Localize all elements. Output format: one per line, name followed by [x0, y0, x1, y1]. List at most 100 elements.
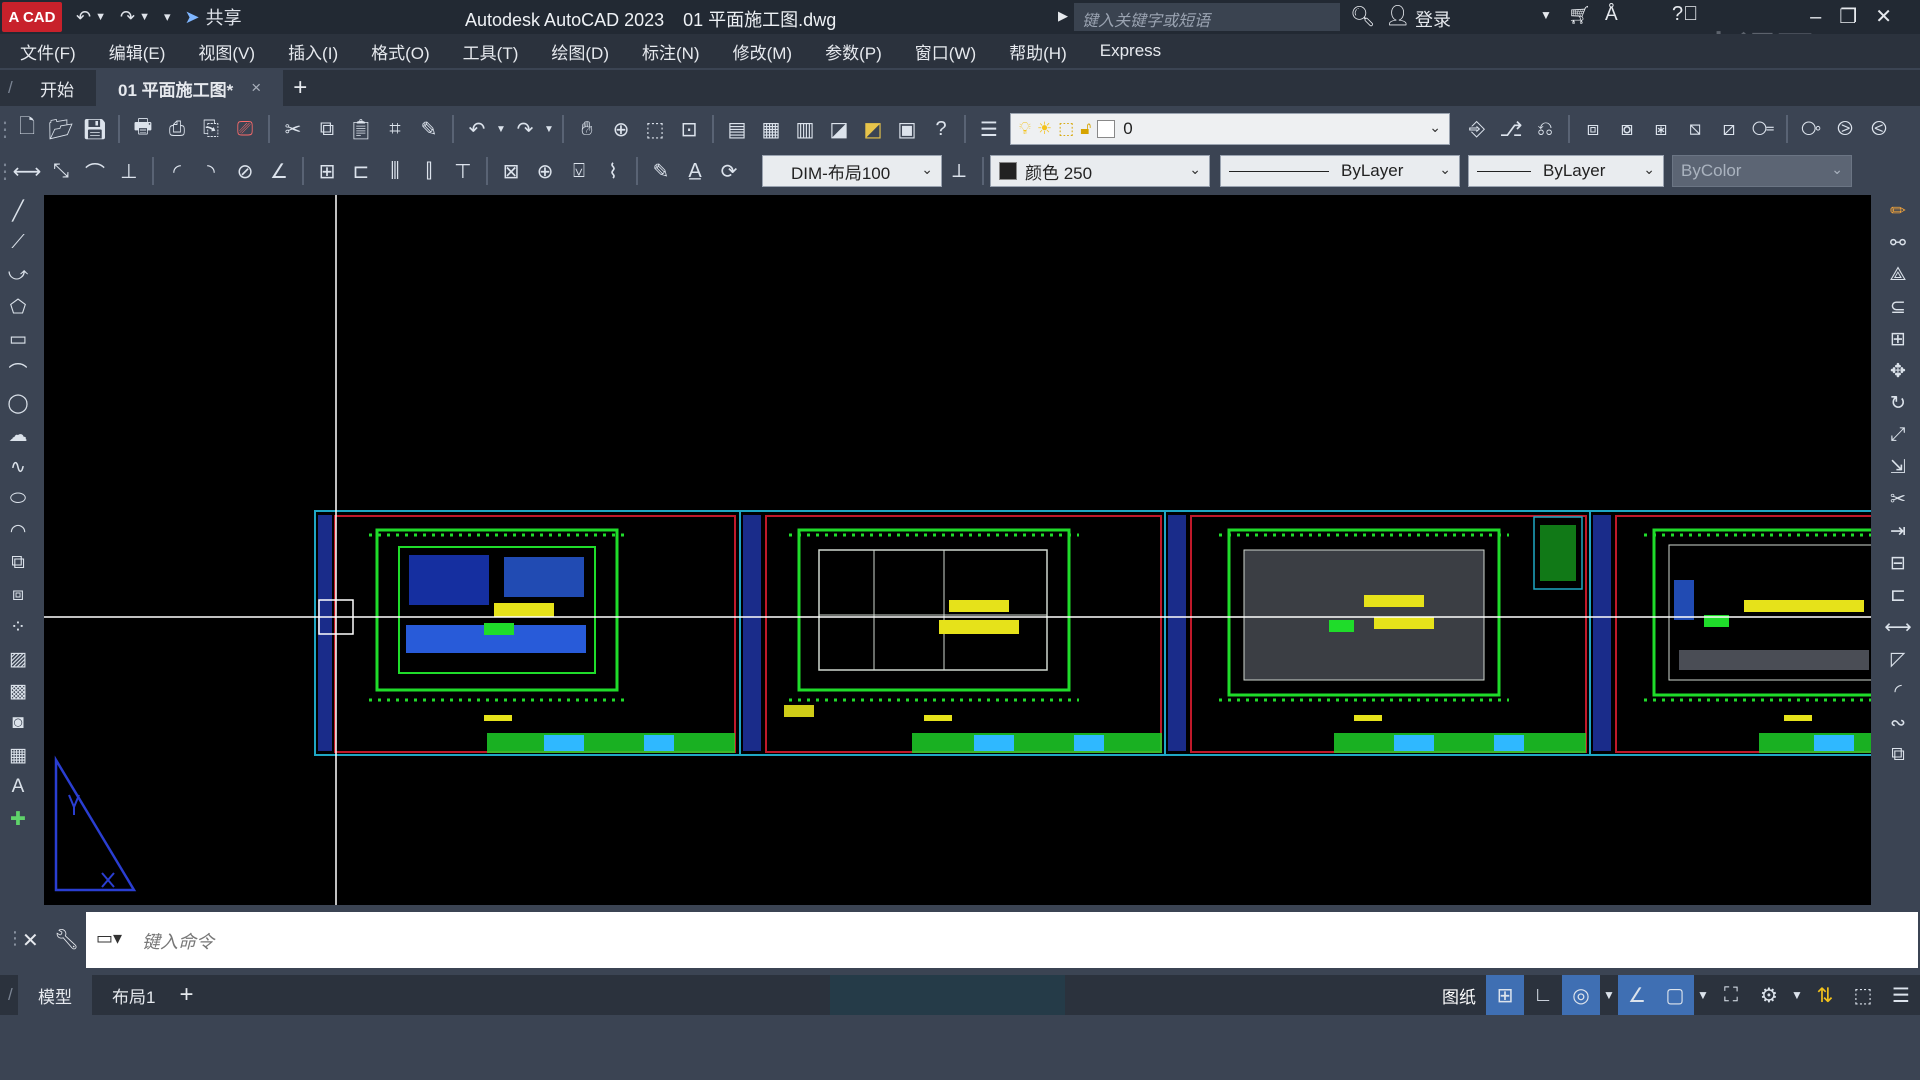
array-icon[interactable]: ⊞: [1883, 323, 1913, 355]
zoom-window-icon[interactable]: ⬚: [638, 112, 672, 146]
menu-tools[interactable]: 工具(T): [463, 39, 519, 64]
chamfer-icon[interactable]: ◸: [1883, 643, 1913, 675]
tolerance-icon[interactable]: ⊠: [494, 154, 528, 188]
chevron-down-icon[interactable]: ▼: [494, 112, 508, 146]
cart-icon[interactable]: 🛒︎: [1568, 5, 1591, 26]
mirror-icon[interactable]: ⟁: [1883, 259, 1913, 291]
grip-icon[interactable]: ⋮: [0, 154, 15, 188]
layer-previous-icon[interactable]: ⎇: [1494, 112, 1528, 146]
sheet-1[interactable]: [314, 510, 741, 756]
blend-curves-icon[interactable]: ∾: [1883, 707, 1913, 739]
lock-icon[interactable]: 🔓︎: [1080, 119, 1091, 139]
explode-icon[interactable]: ⧉: [1883, 739, 1913, 771]
chevron-down-icon[interactable]: ▼: [139, 11, 150, 23]
menu-modify[interactable]: 修改(M): [733, 39, 792, 64]
grip-icon[interactable]: ⋮: [0, 112, 15, 146]
break-icon[interactable]: ⊏: [1883, 579, 1913, 611]
selection-cycling-icon[interactable]: ⛶: [1712, 975, 1750, 1015]
share-button[interactable]: 共享: [206, 4, 242, 30]
publish-icon[interactable]: ⎘: [194, 112, 228, 146]
sheet-set-icon[interactable]: ◪: [822, 112, 856, 146]
layer-merge-icon[interactable]: ⧁: [1828, 112, 1862, 146]
grid-snap-icon[interactable]: ⊞: [1486, 975, 1524, 1015]
isodraft-icon[interactable]: ∠: [1618, 975, 1656, 1015]
layer-dropdown[interactable]: 💡︎ ☀ ⬚ 🔓︎ 0 ⌄: [1010, 113, 1450, 145]
sheet-3[interactable]: [1164, 510, 1591, 756]
rectangle-icon[interactable]: ▭: [3, 323, 33, 355]
add-layout-button[interactable]: +: [179, 981, 193, 1009]
menu-parametric[interactable]: 参数(P): [825, 39, 882, 64]
jogged-linear-icon[interactable]: ⌇: [596, 154, 630, 188]
restore-icon[interactable]: ❐: [1839, 6, 1875, 28]
calculator-icon[interactable]: ▣: [890, 112, 924, 146]
close-icon[interactable]: ×: [251, 78, 261, 98]
color-dropdown[interactable]: 颜色 250 ⌄: [990, 155, 1210, 187]
search-input[interactable]: 键入关键字或短语: [1074, 3, 1340, 31]
gradient-icon[interactable]: ▩: [3, 675, 33, 707]
menu-view[interactable]: 视图(V): [198, 39, 255, 64]
undo-icon[interactable]: ↶: [460, 112, 494, 146]
layer-lock-icon[interactable]: ⧄: [1712, 112, 1746, 146]
redo-icon[interactable]: ↷: [120, 7, 135, 28]
ortho-icon[interactable]: ∟: [1524, 975, 1562, 1015]
share-icon[interactable]: ➤: [185, 7, 200, 28]
autodesk-app-icon[interactable]: Å: [1605, 4, 1618, 26]
sheet-2[interactable]: [739, 510, 1166, 756]
design-center-icon[interactable]: ▦: [754, 112, 788, 146]
make-block-icon[interactable]: ⧈: [3, 579, 33, 611]
menu-window[interactable]: 窗口(W): [915, 39, 976, 64]
chevron-down-icon[interactable]: ▼: [1788, 975, 1806, 1015]
linetype-dropdown[interactable]: ByLayer ⌄: [1220, 155, 1460, 187]
light-bulb-icon[interactable]: 💡︎: [1019, 119, 1031, 139]
make-current-layer-icon[interactable]: ⎆: [1460, 112, 1494, 146]
login-button[interactable]: 登录: [1415, 6, 1451, 32]
extend-icon[interactable]: ⇥: [1883, 515, 1913, 547]
export-pdf-icon[interactable]: ⎚: [228, 112, 262, 146]
freeze-viewport-icon[interactable]: ⬚: [1058, 119, 1074, 139]
sun-icon[interactable]: ☀: [1037, 119, 1052, 139]
pan-icon[interactable]: ✋︎: [570, 112, 604, 146]
revision-cloud-icon[interactable]: ☁︎: [3, 419, 33, 451]
layer-unisolate-icon[interactable]: ⧇: [1610, 112, 1644, 146]
help-icon[interactable]: ?⃝: [1672, 3, 1698, 26]
arc-icon[interactable]: ⌒: [3, 355, 33, 387]
aligned-dimension-icon[interactable]: ⤡: [44, 154, 78, 188]
customize-menu-icon[interactable]: ☰: [1882, 975, 1920, 1015]
menu-insert[interactable]: 插入(I): [288, 39, 338, 64]
spline-icon[interactable]: ∿: [3, 451, 33, 483]
tab-layout1[interactable]: 布局1: [92, 975, 175, 1015]
dimension-edit-icon[interactable]: ✎: [644, 154, 678, 188]
insert-block-icon[interactable]: ⧉: [3, 547, 33, 579]
dimension-space-icon[interactable]: ⫿: [412, 154, 446, 188]
open-file-icon[interactable]: 📂︎: [44, 112, 78, 146]
ellipse-arc-icon[interactable]: ◠: [3, 515, 33, 547]
ellipse-icon[interactable]: ⬭: [3, 483, 33, 515]
linear-dimension-icon[interactable]: ⟷: [10, 154, 44, 188]
polar-tracking-icon[interactable]: ◎: [1562, 975, 1600, 1015]
command-input[interactable]: 键入命令: [86, 912, 1918, 968]
quick-dimension-icon[interactable]: ⊞: [310, 154, 344, 188]
undo-icon[interactable]: ↶: [76, 7, 91, 28]
multiline-text-icon[interactable]: A: [3, 771, 33, 803]
cut-icon[interactable]: ✂: [276, 112, 310, 146]
dimension-style-dropdown[interactable]: DIM-布局100 ⌄: [762, 155, 942, 187]
new-tab-button[interactable]: +: [293, 74, 307, 102]
break-at-point-icon[interactable]: ⊟: [1883, 547, 1913, 579]
user-icon[interactable]: 👤︎: [1385, 3, 1410, 28]
menu-format[interactable]: 格式(O): [371, 39, 430, 64]
search-icon[interactable]: 🔍︎: [1350, 4, 1375, 29]
menu-express[interactable]: Express: [1100, 41, 1161, 61]
tab-model[interactable]: 模型: [18, 975, 92, 1015]
dimension-style-manager-icon[interactable]: ⟂: [942, 154, 976, 188]
layer-match-icon[interactable]: ⧃: [1746, 112, 1780, 146]
continue-dimension-icon[interactable]: ⫼: [378, 154, 412, 188]
trim-icon[interactable]: ✂: [1883, 483, 1913, 515]
sheet-4[interactable]: [1589, 510, 1871, 756]
polyline-icon[interactable]: ⤻: [3, 259, 33, 291]
zoom-previous-icon[interactable]: ⊡: [672, 112, 706, 146]
wrench-icon[interactable]: 🔧︎: [54, 927, 79, 952]
zoom-realtime-icon[interactable]: ⊕: [604, 112, 638, 146]
plot-preview-icon[interactable]: ⎙: [160, 112, 194, 146]
new-file-icon[interactable]: 🗋︎: [10, 112, 44, 146]
radius-dimension-icon[interactable]: ◜: [160, 154, 194, 188]
